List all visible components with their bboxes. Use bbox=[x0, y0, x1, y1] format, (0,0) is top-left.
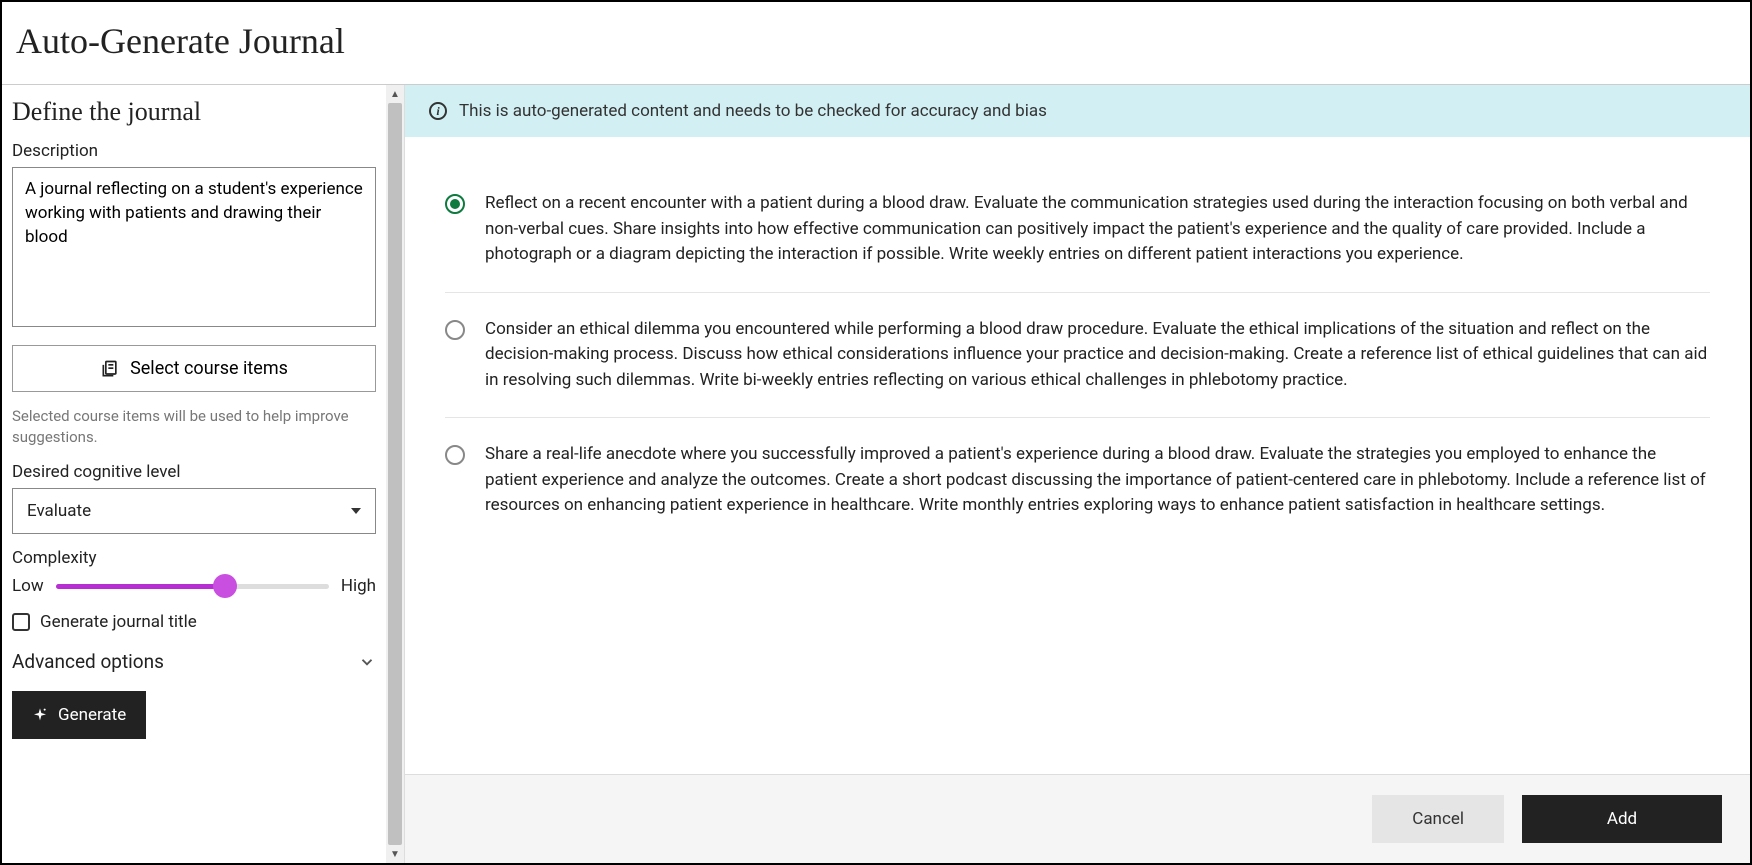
banner-text: This is auto-generated content and needs… bbox=[459, 101, 1047, 121]
advanced-options-toggle[interactable]: Advanced options bbox=[12, 646, 376, 677]
course-items-hint: Selected course items will be used to he… bbox=[12, 406, 376, 448]
complexity-label: Complexity bbox=[12, 548, 376, 568]
option-text: Share a real-life anecdote where you suc… bbox=[485, 442, 1710, 519]
generate-title-row: Generate journal title bbox=[12, 612, 376, 632]
cognitive-level-select[interactable]: Evaluate bbox=[12, 488, 376, 534]
advanced-options-label: Advanced options bbox=[12, 650, 164, 673]
cognitive-level-label: Desired cognitive level bbox=[12, 462, 376, 482]
sparkle-icon bbox=[32, 707, 48, 723]
info-icon: i bbox=[429, 102, 447, 120]
generate-button[interactable]: Generate bbox=[12, 691, 146, 739]
select-course-items-label: Select course items bbox=[130, 358, 288, 379]
complexity-field: Complexity Low High bbox=[12, 548, 376, 598]
options-list: Reflect on a recent encounter with a pat… bbox=[405, 137, 1750, 774]
main-panel: i This is auto-generated content and nee… bbox=[404, 85, 1750, 863]
journal-option[interactable]: Share a real-life anecdote where you suc… bbox=[445, 418, 1710, 543]
generate-title-checkbox[interactable] bbox=[12, 613, 30, 631]
cognitive-level-field: Desired cognitive level Evaluate bbox=[12, 462, 376, 534]
cognitive-level-value: Evaluate bbox=[27, 501, 91, 521]
sidebar: Define the journal Description Select co… bbox=[2, 85, 386, 863]
document-icon bbox=[100, 359, 120, 379]
option-radio[interactable] bbox=[445, 445, 465, 465]
description-input[interactable] bbox=[12, 167, 376, 327]
journal-option[interactable]: Consider an ethical dilemma you encounte… bbox=[445, 293, 1710, 419]
option-radio[interactable] bbox=[445, 320, 465, 340]
cancel-button[interactable]: Cancel bbox=[1372, 795, 1504, 843]
complexity-high-label: High bbox=[341, 576, 376, 596]
generate-title-label: Generate journal title bbox=[40, 612, 197, 632]
add-button[interactable]: Add bbox=[1522, 795, 1722, 843]
scrollbar-thumb[interactable] bbox=[388, 103, 402, 845]
sidebar-scrollbar[interactable]: ▲ ▼ bbox=[386, 85, 404, 863]
page-header: Auto-Generate Journal bbox=[2, 2, 1750, 85]
footer: Cancel Add bbox=[405, 774, 1750, 863]
complexity-slider[interactable] bbox=[56, 574, 329, 598]
page-body: Define the journal Description Select co… bbox=[2, 85, 1750, 863]
sidebar-title: Define the journal bbox=[12, 97, 376, 127]
chevron-down-icon bbox=[351, 508, 361, 514]
option-text: Reflect on a recent encounter with a pat… bbox=[485, 191, 1710, 268]
option-radio[interactable] bbox=[445, 194, 465, 214]
scroll-down-arrow[interactable]: ▼ bbox=[386, 845, 404, 863]
option-text: Consider an ethical dilemma you encounte… bbox=[485, 317, 1710, 394]
journal-option[interactable]: Reflect on a recent encounter with a pat… bbox=[445, 167, 1710, 293]
select-course-items-button[interactable]: Select course items bbox=[12, 345, 376, 392]
scroll-up-arrow[interactable]: ▲ bbox=[386, 85, 404, 103]
info-banner: i This is auto-generated content and nee… bbox=[405, 85, 1750, 137]
description-field: Description bbox=[12, 141, 376, 331]
page-title: Auto-Generate Journal bbox=[16, 20, 1736, 62]
slider-thumb[interactable] bbox=[213, 574, 237, 598]
chevron-down-icon bbox=[358, 653, 376, 671]
slider-fill bbox=[56, 584, 225, 589]
description-label: Description bbox=[12, 141, 376, 161]
complexity-low-label: Low bbox=[12, 576, 44, 596]
generate-button-label: Generate bbox=[58, 705, 126, 725]
